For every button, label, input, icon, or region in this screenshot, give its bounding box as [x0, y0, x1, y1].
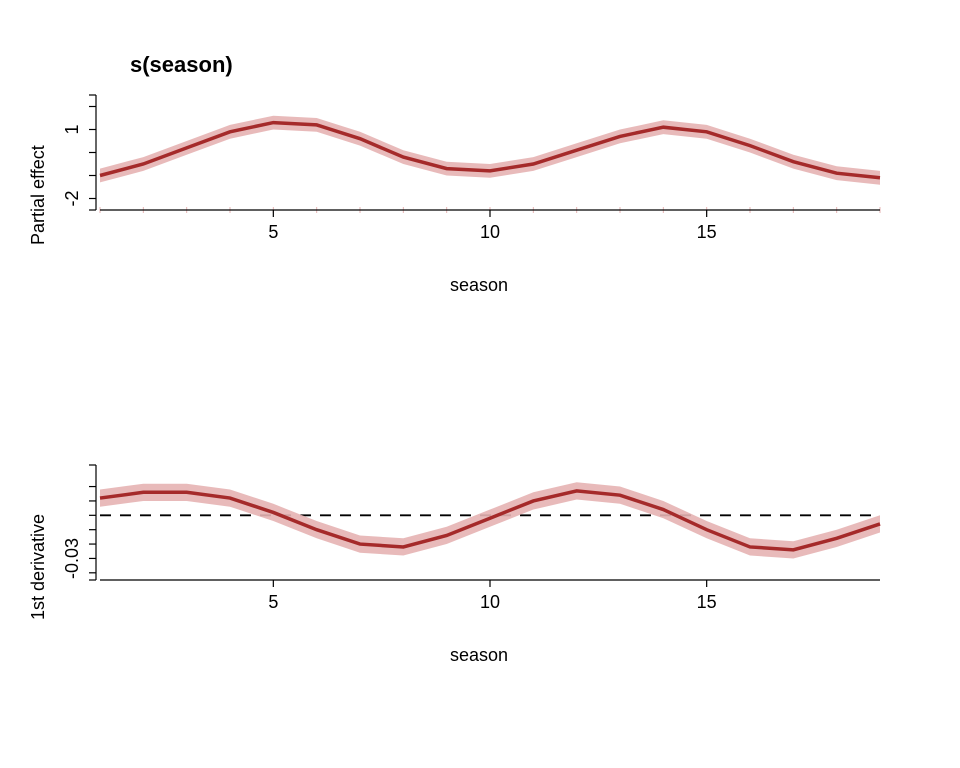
x-tick-15-bottom: 15	[697, 592, 717, 612]
x-tick-10-bottom: 10	[480, 592, 500, 612]
x-axis-label-top: season	[450, 275, 508, 296]
y-ticks-top	[89, 95, 96, 210]
x-tick-10-top: 10	[480, 222, 500, 242]
y-tick-minus2-top: -2	[62, 190, 82, 206]
y-tick-1-top: 1	[62, 124, 82, 134]
x-tick-5-bottom: 5	[268, 592, 278, 612]
chart-page: s(season) Partial effect	[0, 0, 960, 768]
y-tick-minus003-bottom: -0.03	[62, 538, 82, 579]
y-ticks-bottom	[89, 465, 96, 580]
chart-svg-top: 5 10 15 1 -2	[0, 0, 960, 270]
x-axis-label-bottom: season	[450, 645, 508, 666]
x-tick-15-top: 15	[697, 222, 717, 242]
chart-svg-bottom: 5 10 15 -0.03	[0, 370, 960, 640]
x-ticks-bottom	[273, 580, 706, 587]
x-tick-5-top: 5	[268, 222, 278, 242]
x-ticks-top	[273, 210, 706, 217]
